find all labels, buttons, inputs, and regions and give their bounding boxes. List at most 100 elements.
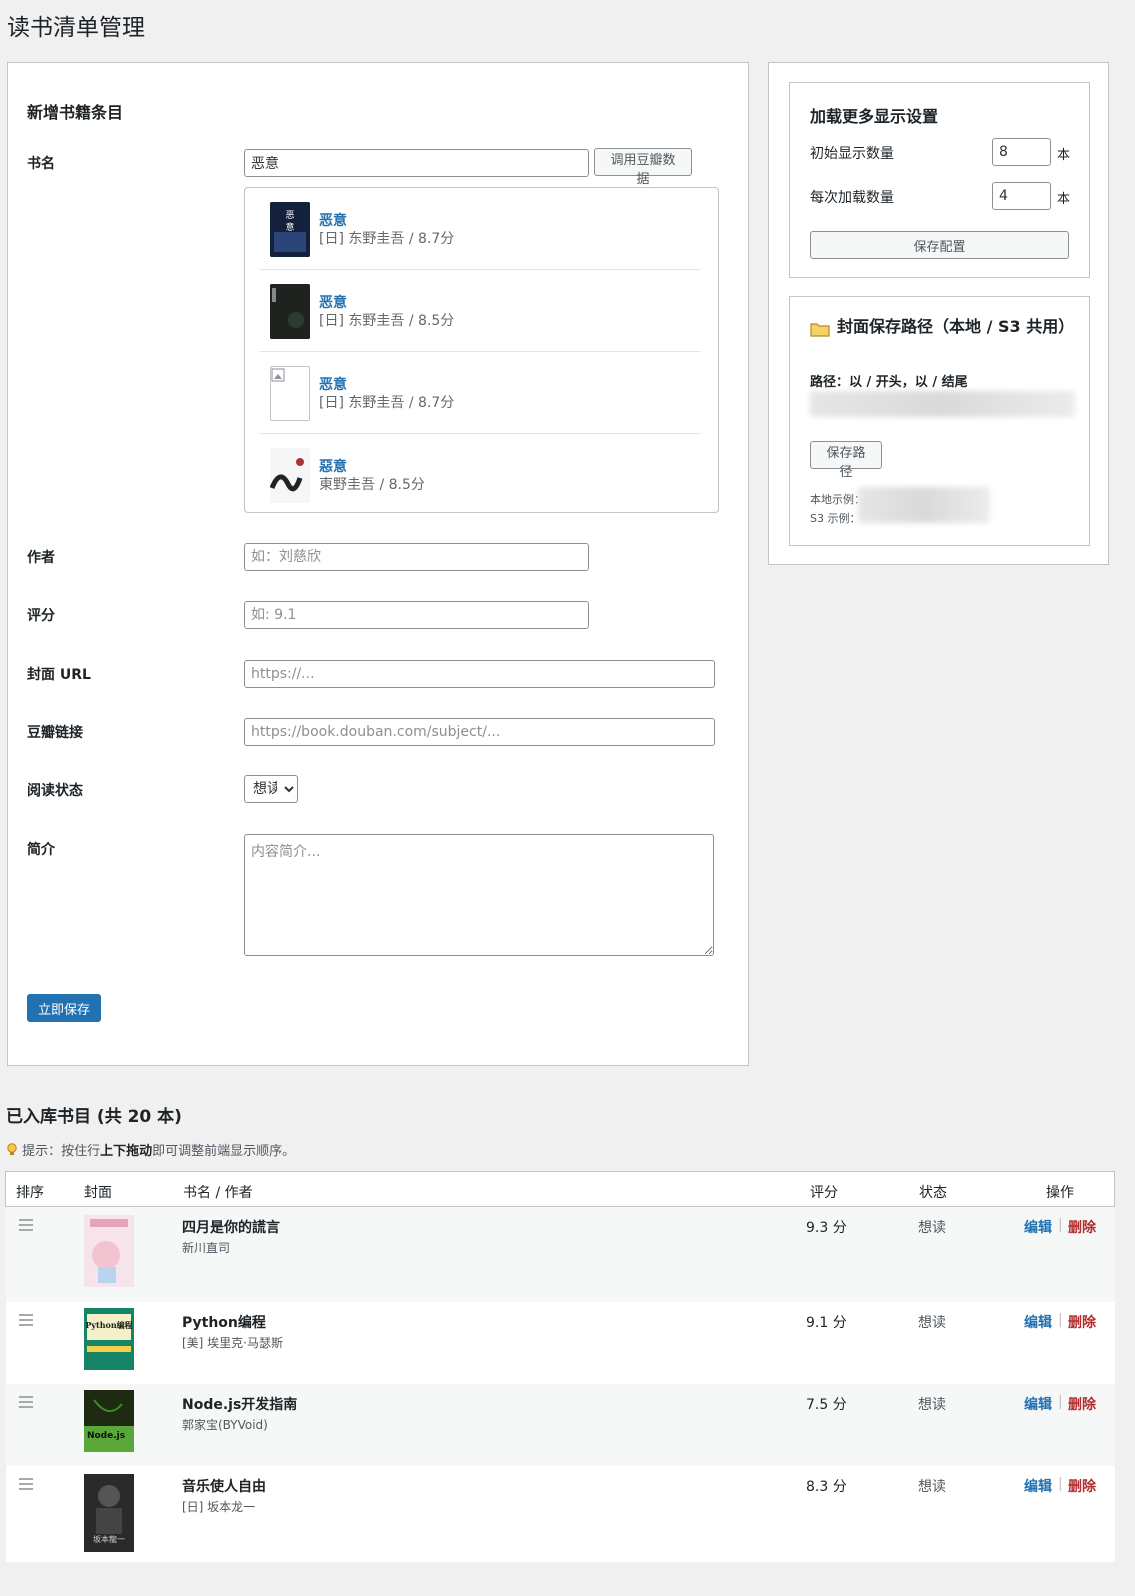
save-path-button[interactable]: 保存路径: [810, 441, 882, 480]
initial-count-label: 初始显示数量: [810, 146, 894, 162]
edit-link[interactable]: 编辑: [1024, 1217, 1052, 1237]
fetch-douban-button[interactable]: 调用豆瓣数据: [594, 148, 692, 187]
svg-text:Node.js: Node.js: [87, 1431, 125, 1441]
douban-suggestion-list[interactable]: 恶意 恶意 [日] 东野圭吾 / 8.7分 恶意 [日] 东野圭吾 / 8.5分…: [244, 187, 719, 513]
suggestion-title[interactable]: 恶意: [319, 374, 347, 394]
book-rating: 9.3 分: [806, 1220, 847, 1236]
initial-count-input[interactable]: [992, 138, 1051, 166]
path-examples-redacted: [858, 487, 990, 523]
save-book-button[interactable]: 立即保存: [27, 994, 101, 1022]
lightbulb-icon: [6, 1143, 18, 1157]
col-status: 状态: [919, 1185, 947, 1201]
read-status-select[interactable]: 想读: [244, 775, 298, 803]
drag-tip-suffix: 即可调整前端显示顺序。: [152, 1144, 296, 1159]
load-more-settings-box: 加载更多显示设置 初始显示数量 本 每次加载数量 本 保存配置: [789, 82, 1090, 278]
book-status: 想读: [918, 1315, 946, 1331]
broken-image-icon: [270, 366, 310, 421]
settings-panel: 加载更多显示设置 初始显示数量 本 每次加载数量 本 保存配置 封面保存路径（本…: [768, 62, 1109, 565]
suggestion-title[interactable]: 惡意: [319, 456, 347, 476]
cover-path-box: 封面保存路径（本地 / S3 共用） 路径：以 / 开头，以 / 结尾 保存路径…: [789, 296, 1090, 546]
svg-text:坂本龍一: 坂本龍一: [93, 1534, 125, 1544]
drag-handle-icon[interactable]: [19, 1314, 33, 1329]
per-load-label: 每次加载数量: [810, 190, 894, 206]
book-rating: 7.5 分: [806, 1397, 847, 1413]
suggestion-item[interactable]: 恶意 [日] 东野圭吾 / 8.7分: [259, 352, 701, 434]
suggestion-meta: [日] 东野圭吾 / 8.7分: [319, 231, 455, 247]
drag-handle-icon[interactable]: [19, 1478, 33, 1493]
book-cover: Python编程: [84, 1308, 134, 1370]
book-rating: 9.1 分: [806, 1315, 847, 1331]
book-status: 想读: [918, 1479, 946, 1495]
book-cover: Node.js: [84, 1390, 134, 1452]
edit-link[interactable]: 编辑: [1024, 1476, 1052, 1496]
edit-link[interactable]: 编辑: [1024, 1312, 1052, 1332]
svg-text:意: 意: [285, 221, 294, 233]
title-input[interactable]: [244, 149, 589, 177]
col-actions: 操作: [1046, 1185, 1074, 1201]
suggestion-item[interactable]: 惡意 東野圭吾 / 8.5分: [259, 434, 701, 512]
summary-textarea[interactable]: [244, 834, 714, 956]
col-title-author: 书名 / 作者: [183, 1185, 253, 1201]
rating-input[interactable]: [244, 601, 589, 629]
per-load-input[interactable]: [992, 182, 1051, 210]
suggestion-title[interactable]: 恶意: [319, 292, 347, 312]
douban-link-input[interactable]: [244, 718, 715, 746]
book-cover: 坂本龍一: [84, 1474, 134, 1552]
book-author: [美] 埃里克·马瑟斯: [182, 1336, 283, 1350]
delete-link[interactable]: 删除: [1068, 1394, 1096, 1414]
suggestion-meta: [日] 东野圭吾 / 8.5分: [319, 313, 455, 329]
suggestion-meta: 東野圭吾 / 8.5分: [319, 477, 425, 493]
action-separator: |: [1058, 1312, 1063, 1328]
book-cover: [84, 1215, 134, 1287]
per-load-unit: 本: [1057, 192, 1071, 207]
book-list-heading: 已入库书目 (共 20 本): [6, 1107, 182, 1127]
author-input[interactable]: [244, 543, 589, 571]
table-row[interactable]: 坂本龍一 音乐使人自由 [日] 坂本龙一 8.3 分 想读 编辑 | 删除: [6, 1466, 1115, 1562]
table-row[interactable]: 四月是你的謊言 新川直司 9.3 分 想读 编辑 | 删除: [6, 1207, 1115, 1302]
action-separator: |: [1058, 1394, 1063, 1410]
book-title: Node.js开发指南: [182, 1397, 298, 1413]
page-title: 读书清单管理: [7, 15, 145, 41]
drag-tip-bold: 上下拖动: [100, 1144, 153, 1159]
suggestion-meta: [日] 东野圭吾 / 8.7分: [319, 395, 455, 411]
local-example-label: 本地示例：: [810, 493, 865, 506]
book-table-header: 排序 封面 书名 / 作者 评分 状态 操作: [5, 1171, 1115, 1207]
table-row[interactable]: Node.js Node.js开发指南 郭家宝(BYVoid) 7.5 分 想读…: [6, 1384, 1115, 1466]
drag-handle-icon[interactable]: [19, 1396, 33, 1411]
book-title: 音乐使人自由: [182, 1479, 266, 1495]
book-rating: 8.3 分: [806, 1479, 847, 1495]
suggestion-cover: [270, 284, 310, 339]
suggestion-cover: [270, 448, 310, 503]
cover-url-input[interactable]: [244, 660, 715, 688]
book-author: 郭家宝(BYVoid): [182, 1418, 268, 1432]
col-cover: 封面: [84, 1185, 112, 1201]
delete-link[interactable]: 删除: [1068, 1312, 1096, 1332]
title-label: 书名: [27, 156, 55, 172]
action-separator: |: [1058, 1476, 1063, 1492]
rating-label: 评分: [27, 608, 55, 624]
suggestion-cover: 恶意: [270, 202, 310, 257]
author-label: 作者: [27, 550, 55, 566]
suggestion-title[interactable]: 恶意: [319, 210, 347, 230]
cover-path-hint: 路径：以 / 开头，以 / 结尾: [810, 375, 968, 390]
new-book-panel: 新增书籍条目 书名 调用豆瓣数据 恶意 恶意 [日] 东野圭吾 / 8.7分 恶…: [7, 62, 749, 1066]
book-status: 想读: [918, 1397, 946, 1413]
table-row[interactable]: Python编程 Python编程 [美] 埃里克·马瑟斯 9.1 分 想读 编…: [6, 1302, 1115, 1384]
delete-link[interactable]: 删除: [1068, 1476, 1096, 1496]
suggestion-item[interactable]: 恶意 恶意 [日] 东野圭吾 / 8.7分: [259, 188, 701, 270]
cover-path-input[interactable]: [810, 391, 1075, 417]
cover-url-label: 封面 URL: [27, 667, 91, 683]
svg-text:恶: 恶: [285, 210, 294, 221]
summary-label: 简介: [27, 842, 55, 858]
drag-handle-icon[interactable]: [19, 1219, 33, 1234]
new-book-heading: 新增书籍条目: [27, 103, 124, 122]
edit-link[interactable]: 编辑: [1024, 1394, 1052, 1414]
action-separator: |: [1058, 1217, 1063, 1233]
douban-link-label: 豆瓣链接: [27, 725, 83, 741]
delete-link[interactable]: 删除: [1068, 1217, 1096, 1237]
suggestion-item[interactable]: 恶意 [日] 东野圭吾 / 8.5分: [259, 270, 701, 352]
drag-tip: 提示：按住行上下拖动即可调整前端显示顺序。: [6, 1140, 295, 1159]
save-config-button[interactable]: 保存配置: [810, 231, 1069, 259]
drag-tip-prefix: 提示：按住行: [22, 1144, 101, 1159]
s3-example-label: S3 示例：: [810, 512, 861, 525]
